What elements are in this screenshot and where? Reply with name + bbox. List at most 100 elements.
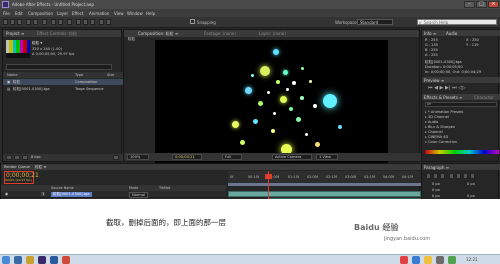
close-button[interactable]: × bbox=[488, 1, 499, 8]
menu-animation[interactable]: Animation bbox=[89, 11, 109, 16]
justify-left-icon[interactable] bbox=[449, 173, 454, 179]
tray-icon[interactable] bbox=[400, 256, 408, 264]
search-help-input[interactable]: ⌕ Search Help bbox=[417, 19, 497, 25]
effects-item[interactable]: ▸ 3D Channel bbox=[425, 115, 449, 119]
menu-window[interactable]: Window bbox=[127, 11, 143, 16]
workspace-dropdown[interactable]: Standard bbox=[357, 19, 393, 25]
menu-file[interactable]: File bbox=[3, 11, 10, 16]
tab-render-queue[interactable]: Render Queue bbox=[4, 165, 30, 169]
effects-item[interactable]: ▸ Blur & Sharpen bbox=[425, 125, 455, 129]
menu-edit[interactable]: Edit bbox=[15, 11, 23, 16]
indent-left-field[interactable]: 0 px bbox=[432, 182, 440, 186]
current-time-field[interactable]: 0;00;00;21 bbox=[172, 154, 202, 160]
taskbar-app-icon[interactable] bbox=[14, 256, 22, 264]
work-area-bar[interactable] bbox=[228, 183, 421, 186]
col-name[interactable]: Name bbox=[7, 73, 18, 77]
resolution-dropdown[interactable]: Full bbox=[222, 154, 242, 160]
tray-icon[interactable] bbox=[436, 256, 444, 264]
indent-first-field[interactable]: 0 px bbox=[432, 188, 440, 192]
effects-item[interactable]: ▸ Channel bbox=[425, 130, 443, 134]
tab-composition[interactable]: Composition: 粒粒 ≡ bbox=[138, 31, 178, 37]
time-ruler[interactable]: 0f 00:15f 01:00f 01:15f 02:00f 02:15f 03… bbox=[228, 171, 421, 183]
text-tool-icon[interactable] bbox=[67, 19, 72, 25]
tab-footage[interactable]: Footage: (none) bbox=[204, 31, 236, 36]
zoom-tool-icon[interactable] bbox=[17, 19, 22, 25]
magnification-dropdown[interactable]: 100% bbox=[127, 154, 149, 160]
interpret-footage-icon[interactable] bbox=[6, 155, 12, 160]
justify-center-icon[interactable] bbox=[456, 173, 461, 179]
effects-item[interactable]: ▸ Audio bbox=[425, 120, 438, 124]
brush-tool-icon[interactable] bbox=[76, 19, 81, 25]
snapping-checkbox[interactable] bbox=[190, 19, 195, 24]
bit-depth-button[interactable]: 8 bpc bbox=[31, 155, 41, 159]
col-trkmat[interactable]: TrkMat bbox=[159, 186, 170, 190]
tab-info[interactable]: Info ≡ bbox=[424, 31, 436, 36]
eraser-tool-icon[interactable] bbox=[90, 19, 95, 25]
camera-tool-icon[interactable] bbox=[33, 19, 38, 25]
menu-help[interactable]: Help bbox=[146, 11, 155, 16]
view-layout-dropdown[interactable]: 1 View bbox=[316, 154, 338, 160]
tab-preview[interactable]: Preview ≡ bbox=[424, 78, 444, 83]
new-folder-icon[interactable] bbox=[14, 155, 20, 160]
hand-tool-icon[interactable] bbox=[10, 19, 15, 25]
space-after-field[interactable]: 0 px bbox=[467, 194, 475, 198]
trash-icon[interactable] bbox=[113, 155, 119, 160]
effects-search-input[interactable]: ρ▾ bbox=[425, 102, 497, 107]
tab-effect-controls[interactable]: Effect Controls: 粒粒 bbox=[37, 31, 77, 37]
tab-paragraph[interactable]: Paragraph ≡ bbox=[424, 165, 449, 170]
project-row-footage[interactable]: ▤ 粒粒[0001-0300].tga Targa Sequence bbox=[3, 86, 123, 92]
tab-audio[interactable]: Audio bbox=[446, 31, 457, 36]
project-row-comp[interactable]: ▣ 粒粒 Composition bbox=[3, 79, 123, 85]
comp-breadcrumb[interactable]: 粒粒 bbox=[128, 37, 135, 42]
menu-effect[interactable]: Effect bbox=[72, 11, 84, 16]
layer-row[interactable]: ◉ 1 粒粒[0001-0300].tga Normal bbox=[1, 191, 226, 198]
col-mode[interactable]: Mode bbox=[129, 186, 138, 190]
tab-character[interactable]: Character bbox=[474, 95, 494, 100]
col-type[interactable]: Type bbox=[75, 73, 83, 77]
tab-project[interactable]: Project ≡ bbox=[6, 31, 24, 36]
tab-timeline-comp[interactable]: 粒粒 ≡ bbox=[35, 165, 46, 170]
effects-item[interactable]: ▸ * Animation Presets bbox=[425, 110, 463, 114]
rotate-tool-icon[interactable] bbox=[26, 19, 31, 25]
roto-brush-tool-icon[interactable] bbox=[99, 19, 104, 25]
maximize-button[interactable]: □ bbox=[476, 1, 487, 8]
puppet-tool-icon[interactable] bbox=[106, 19, 111, 25]
camera-dropdown[interactable]: Active Camera bbox=[272, 154, 312, 160]
align-center-icon[interactable] bbox=[433, 173, 438, 179]
start-icon[interactable] bbox=[2, 256, 10, 264]
pen-tool-icon[interactable] bbox=[58, 19, 63, 25]
taskbar-app-icon[interactable] bbox=[26, 256, 34, 264]
space-before-field[interactable]: 0 px bbox=[432, 194, 440, 198]
menu-composition[interactable]: Composition bbox=[28, 11, 53, 16]
align-right-icon[interactable] bbox=[440, 173, 445, 179]
tab-layer[interactable]: Layer: (none) bbox=[259, 31, 286, 36]
mask-tool-icon[interactable] bbox=[51, 19, 56, 25]
col-size[interactable]: Size bbox=[107, 73, 114, 77]
color-swatches[interactable] bbox=[425, 150, 499, 154]
layer-name[interactable]: 粒粒[0001-0300].tga bbox=[51, 192, 92, 197]
pan-behind-tool-icon[interactable] bbox=[42, 19, 47, 25]
taskbar-after-effects-icon[interactable] bbox=[38, 256, 46, 264]
new-comp-icon[interactable] bbox=[22, 155, 28, 160]
justify-all-icon[interactable] bbox=[470, 173, 475, 179]
effects-item[interactable]: ▸ Color Correction bbox=[425, 140, 457, 144]
taskbar-app-icon[interactable] bbox=[62, 256, 70, 264]
minimize-button[interactable]: – bbox=[464, 1, 475, 8]
project-search-input[interactable] bbox=[6, 64, 112, 70]
tab-effects-presets[interactable]: Effects & Presets ≡ bbox=[424, 95, 462, 100]
composition-viewer[interactable] bbox=[155, 40, 388, 167]
taskbar-app-icon[interactable] bbox=[50, 256, 58, 264]
layer-duration-bar[interactable] bbox=[228, 191, 421, 197]
menu-layer[interactable]: Layer bbox=[57, 11, 68, 16]
col-source-name[interactable]: Source Name bbox=[51, 186, 74, 190]
tray-icon[interactable] bbox=[412, 256, 420, 264]
preview-controls[interactable]: ⏮ ◀ ▶ ▶| ⏭ ◁▷ bbox=[428, 85, 466, 91]
tray-icon[interactable] bbox=[448, 256, 456, 264]
eye-icon[interactable]: ◉ bbox=[5, 192, 8, 196]
align-left-icon[interactable] bbox=[426, 173, 431, 179]
selection-tool-icon[interactable] bbox=[3, 19, 8, 25]
justify-right-icon[interactable] bbox=[463, 173, 468, 179]
clone-stamp-tool-icon[interactable] bbox=[83, 19, 88, 25]
tray-icon[interactable] bbox=[424, 256, 432, 264]
effects-item[interactable]: ▸ CINEMA 4D bbox=[425, 135, 448, 139]
